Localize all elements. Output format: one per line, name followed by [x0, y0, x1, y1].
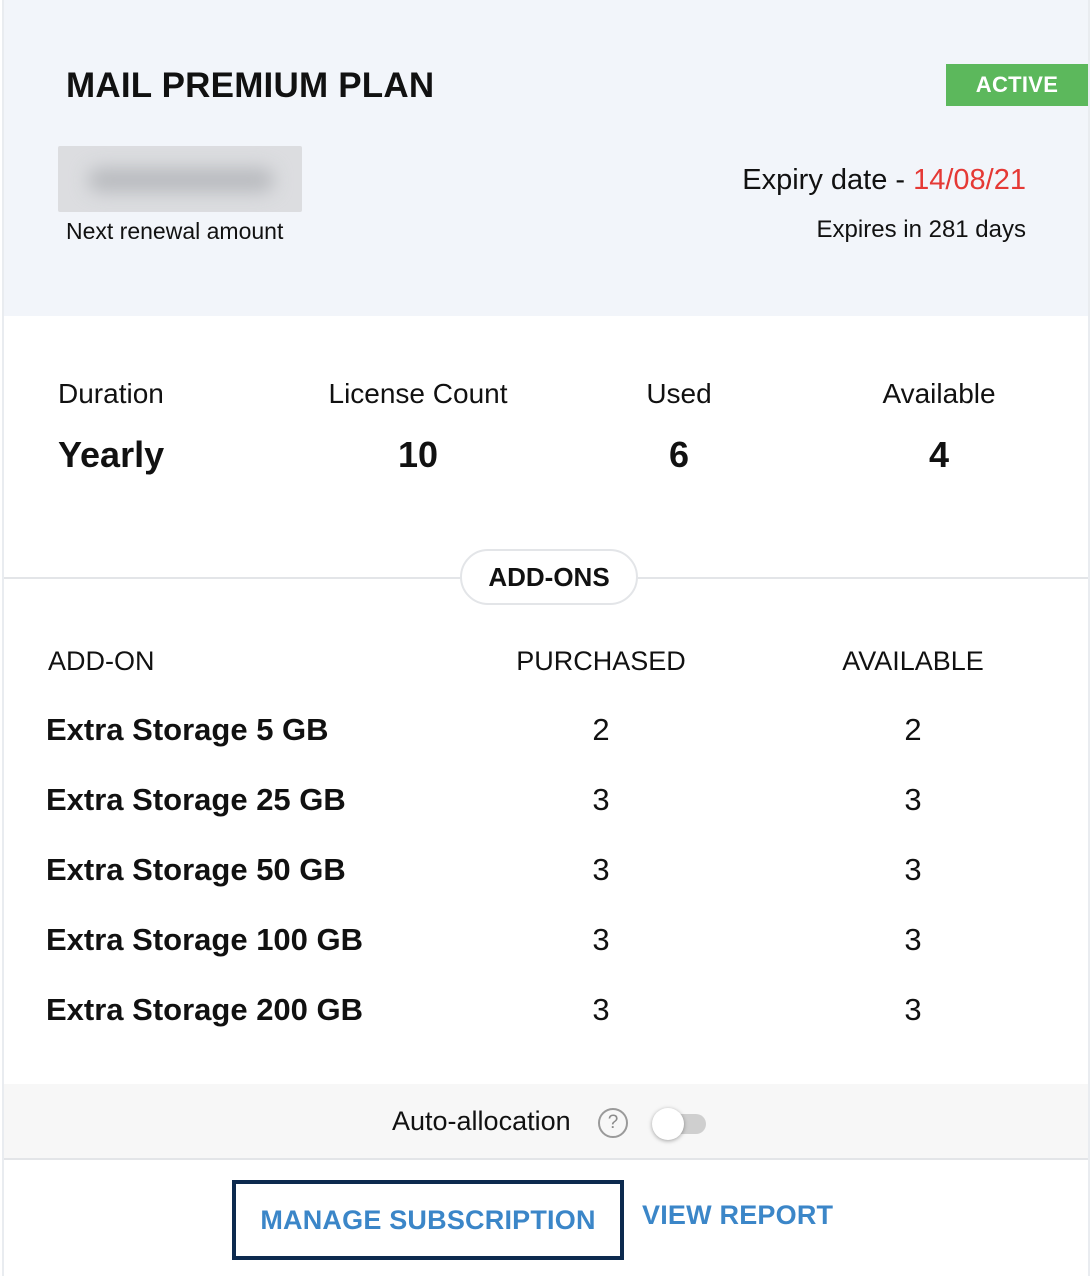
stat-used-value: 6	[668, 434, 690, 475]
renewal-amount-label: Next renewal amount	[66, 218, 284, 244]
auto-allocation-toggle[interactable]	[652, 1108, 706, 1140]
column-header-addon: ADD-ON	[48, 646, 155, 676]
addon-available: 3	[904, 992, 922, 1027]
column-header-available: AVAILABLE	[842, 646, 984, 676]
addon-available: 3	[904, 922, 922, 957]
stat-used-label: Used	[646, 378, 712, 409]
table-row: Extra Storage 200 GB 3 3	[4, 992, 1088, 1042]
addon-name: Extra Storage 100 GB	[46, 922, 364, 957]
table-row: Extra Storage 100 GB 3 3	[4, 922, 1088, 972]
stat-available-value: 4	[928, 434, 950, 475]
manage-subscription-button[interactable]: MANAGE SUBSCRIPTION	[232, 1180, 624, 1260]
addon-purchased: 3	[592, 782, 610, 817]
stat-duration-label: Duration	[58, 378, 164, 409]
addon-purchased: 3	[592, 922, 610, 957]
addon-name: Extra Storage 25 GB	[46, 782, 346, 817]
help-icon[interactable]: ?	[598, 1108, 628, 1138]
expiry-date-prefix: Expiry date -	[742, 164, 914, 196]
addon-available: 3	[904, 782, 922, 817]
stat-license-count-label: License Count	[328, 378, 508, 409]
addon-purchased: 2	[592, 712, 610, 747]
redaction-blur	[88, 168, 274, 192]
view-report-link[interactable]: VIEW REPORT	[642, 1200, 833, 1231]
status-badge: ACTIVE	[946, 64, 1088, 106]
table-row: Extra Storage 5 GB 2 2	[4, 712, 1088, 762]
plan-header: MAIL PREMIUM PLAN ACTIVE Next renewal am…	[4, 0, 1088, 316]
stat-duration-value: Yearly	[58, 434, 165, 475]
table-row: Extra Storage 25 GB 3 3	[4, 782, 1088, 832]
expiry-date-value: 14/08/21	[913, 164, 1026, 196]
renewal-amount-redacted	[58, 146, 302, 212]
addon-available: 3	[904, 852, 922, 887]
table-row: Extra Storage 50 GB 3 3	[4, 852, 1088, 902]
expiry-date-line: Expiry date - 14/08/21	[742, 164, 1026, 197]
column-header-purchased: PURCHASED	[516, 646, 686, 676]
stat-license-count-value: 10	[397, 434, 439, 475]
addon-name: Extra Storage 200 GB	[46, 992, 364, 1027]
expires-in-days: Expires in 281 days	[816, 216, 1026, 243]
auto-allocation-bar: Auto-allocation ?	[4, 1084, 1088, 1160]
toggle-knob	[652, 1108, 684, 1140]
stat-available-label: Available	[882, 378, 996, 409]
addon-name: Extra Storage 5 GB	[46, 712, 329, 747]
addon-purchased: 3	[592, 852, 610, 887]
subscription-card: MAIL PREMIUM PLAN ACTIVE Next renewal am…	[2, 0, 1090, 1276]
addons-section-title: ADD-ONS	[460, 549, 638, 605]
auto-allocation-label: Auto-allocation	[392, 1106, 571, 1136]
addon-name: Extra Storage 50 GB	[46, 852, 346, 887]
addon-available: 2	[904, 712, 922, 747]
addon-purchased: 3	[592, 992, 610, 1027]
plan-title: MAIL PREMIUM PLAN	[66, 66, 435, 105]
